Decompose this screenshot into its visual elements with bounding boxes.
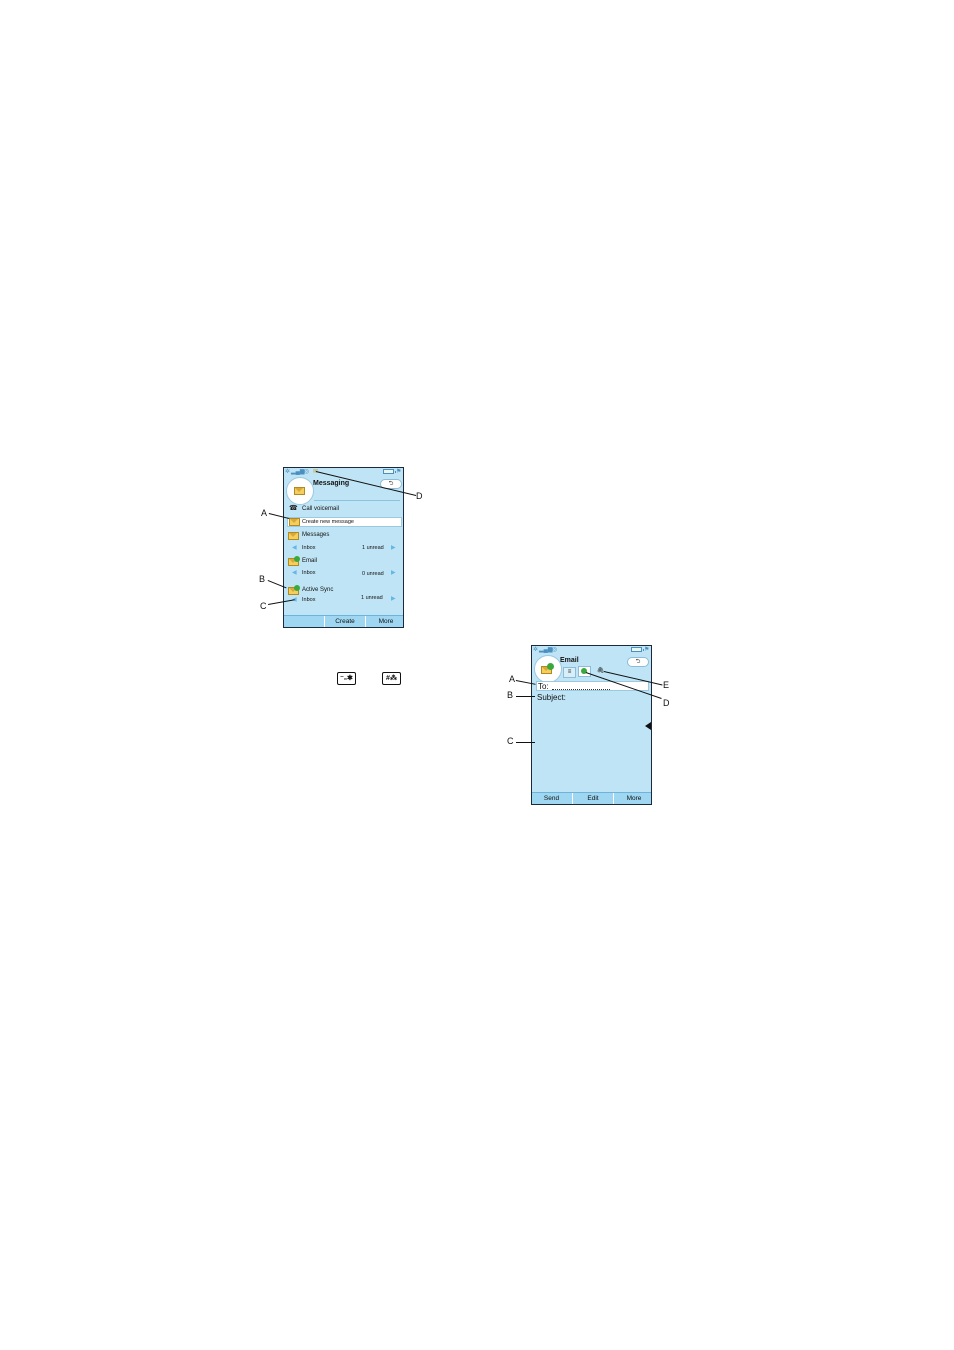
star-key-icon: ⁻₀✱ <box>337 672 356 685</box>
status-bar: ✲ ▂▄▆ ◎ ⚑ <box>532 646 651 654</box>
arrow-right-icon[interactable]: ▶ <box>391 596 396 603</box>
arrow-right-icon[interactable]: ▶ <box>391 545 396 552</box>
send-button[interactable]: Send <box>532 793 571 804</box>
to-label: To: <box>538 682 549 691</box>
create-new-message-label: Create new message <box>302 519 354 525</box>
email-label: Email <box>302 558 318 564</box>
unread-count: 1 unread <box>361 595 383 601</box>
arrow-right-icon[interactable]: ▶ <box>391 570 396 577</box>
arrow-left-icon[interactable]: ◀ <box>292 570 297 577</box>
edit-button[interactable]: Edit <box>572 793 613 804</box>
softkey-bar: Send Edit More <box>532 792 651 804</box>
callout-b: B <box>259 574 266 584</box>
messaging-app-icon <box>286 477 314 505</box>
call-voicemail-label: Call voicemail <box>302 506 340 512</box>
scroll-indicator-icon[interactable] <box>645 722 651 730</box>
voicemail-icon: ☎ <box>289 505 298 512</box>
softkey-bar: Create More <box>284 615 403 627</box>
page-title: Email <box>560 657 579 664</box>
flag-icon: ⚑ <box>644 647 650 653</box>
battery-icon <box>383 469 396 474</box>
title-divider <box>314 500 400 501</box>
messaging-screen: ✲ ▂▄▆ ◎ ✉ ⚑ Messaging ⮌ ☎ Call voicemail… <box>283 467 404 628</box>
callout-e: E <box>663 680 670 690</box>
messages-label: Messages <box>302 532 330 538</box>
subject-label: Subject: <box>537 693 566 702</box>
email-app-icon <box>534 655 562 683</box>
more-button[interactable]: More <box>365 616 403 627</box>
unread-count: 1 unread <box>362 545 384 551</box>
envelope-icon <box>289 518 300 526</box>
battery-icon <box>631 647 644 652</box>
callout-a: A <box>509 674 516 684</box>
list-item-create-new-message[interactable]: Create new message <box>287 517 402 527</box>
settings-icon: ✲ <box>285 469 291 475</box>
unread-count: 0 unread <box>362 571 384 577</box>
message-body-area[interactable] <box>534 704 651 794</box>
to-input-line[interactable] <box>552 689 610 690</box>
callout-d: D <box>663 698 670 708</box>
more-button[interactable]: More <box>613 793 651 804</box>
tab-contact-icon[interactable] <box>578 666 591 677</box>
callout-b: B <box>507 690 514 700</box>
softkey-left-empty[interactable] <box>284 616 323 627</box>
callout-a: A <box>261 508 268 518</box>
settings-icon: ✲ <box>533 647 539 653</box>
active-sync-status-icon <box>294 585 300 591</box>
page-title: Messaging <box>313 480 350 487</box>
network-icon: ◎ <box>304 469 310 475</box>
network-icon: ◎ <box>552 647 558 653</box>
status-bar: ✲ ▂▄▆ ◎ ✉ ⚑ <box>284 468 403 476</box>
inbox-label: Inbox <box>302 597 316 603</box>
signal-icon: ▂▄▆ <box>291 469 305 475</box>
email-screen: ✲ ▂▄▆ ◎ ⚑ Email ⮌ ≡ 🖇 To: Subject: Send … <box>531 645 652 805</box>
create-button[interactable]: Create <box>324 616 365 627</box>
callout-c: C <box>507 736 514 746</box>
envelope-icon <box>288 532 299 540</box>
leader-line-c <box>516 742 535 743</box>
to-field[interactable]: To: <box>536 681 649 691</box>
back-button[interactable]: ⮌ <box>627 657 649 667</box>
inbox-label: Inbox <box>302 570 316 576</box>
callout-d: D <box>416 491 423 501</box>
arrow-left-icon[interactable]: ◀ <box>292 545 297 552</box>
inbox-label: Inbox <box>302 545 316 551</box>
leader-line-b <box>516 696 535 697</box>
active-sync-label: Active Sync <box>302 587 334 593</box>
flag-icon: ⚑ <box>396 469 402 475</box>
hash-key-icon: #⁂ <box>382 672 401 685</box>
tab-text-icon[interactable]: ≡ <box>563 667 576 678</box>
callout-c: C <box>260 601 267 611</box>
email-status-icon <box>294 556 300 562</box>
signal-icon: ▂▄▆ <box>539 647 553 653</box>
subject-input[interactable] <box>572 693 648 702</box>
